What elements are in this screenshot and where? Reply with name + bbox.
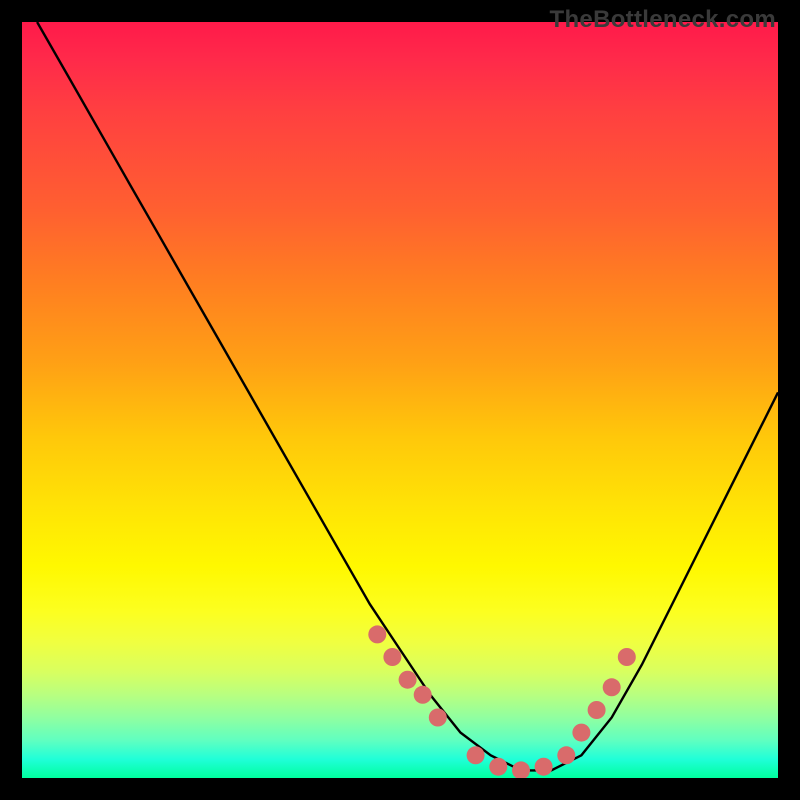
marker-dot [489, 758, 507, 776]
marker-dot [368, 625, 386, 643]
marker-dot [603, 678, 621, 696]
marker-dot [512, 761, 530, 778]
marker-dot [399, 671, 417, 689]
marker-dot [535, 758, 553, 776]
marker-dot [383, 648, 401, 666]
marker-dot [429, 709, 447, 727]
marker-dot [557, 746, 575, 764]
curve-line [37, 22, 778, 770]
marker-dot [467, 746, 485, 764]
marker-dot [588, 701, 606, 719]
watermark-text: TheBottleneck.com [550, 6, 776, 34]
marker-dot [618, 648, 636, 666]
marker-dot [572, 724, 590, 742]
curve-marker-dots [368, 625, 636, 778]
bottleneck-curve-svg [22, 22, 778, 778]
marker-dot [414, 686, 432, 704]
